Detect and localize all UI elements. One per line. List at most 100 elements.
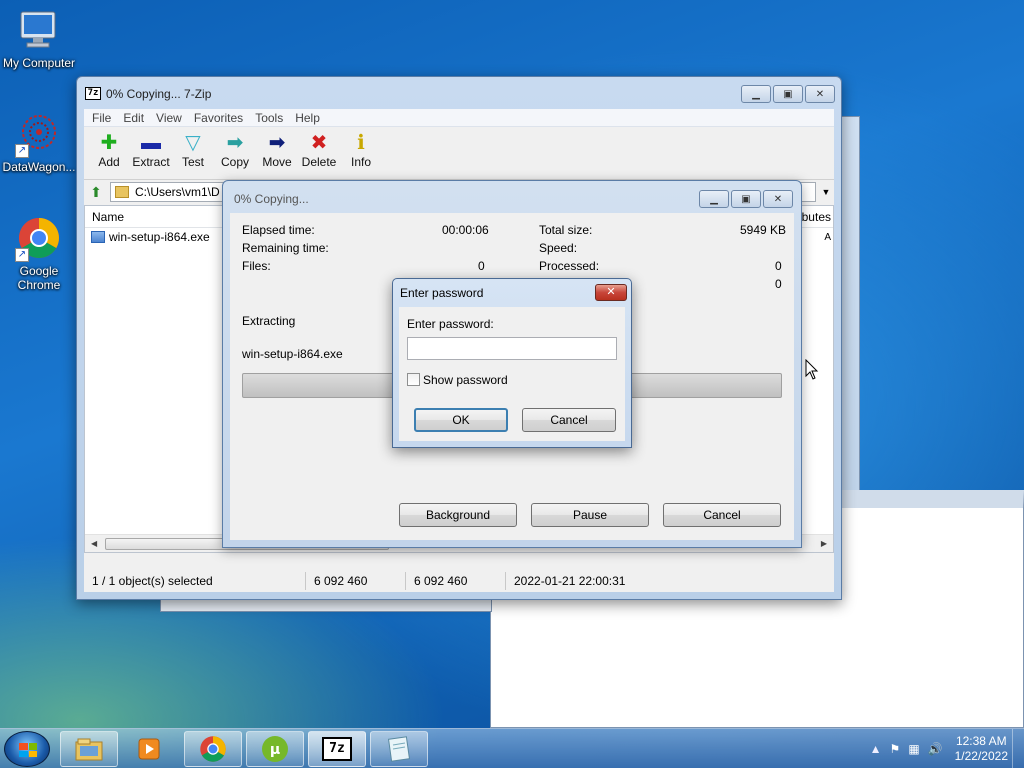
desktop-icon-label: DataWagon...	[2, 160, 76, 174]
pause-button[interactable]: Pause	[531, 503, 649, 527]
datawagon-icon: ↗	[15, 112, 61, 158]
check-icon: ▽	[185, 132, 201, 154]
copy-arrow-icon: ➡	[226, 132, 244, 154]
progress-maximize-button[interactable]: ▣	[731, 190, 761, 208]
menu-file[interactable]: File	[86, 111, 117, 125]
password-cancel-button[interactable]: Cancel	[522, 408, 616, 432]
show-password-checkbox[interactable]	[407, 373, 420, 386]
progress-minimize-button[interactable]: ▁	[699, 190, 729, 208]
show-password-label[interactable]: Show password	[423, 373, 508, 387]
speed-label: Speed:	[539, 241, 578, 255]
operation-label: Extracting	[242, 314, 296, 328]
up-arrow-icon: ⬆	[90, 183, 102, 200]
status-packed-size: 6 092 460	[406, 572, 506, 590]
add-button[interactable]: ✚ Add	[88, 131, 130, 179]
elapsed-value: 00:00:06	[442, 223, 489, 237]
shortcut-arrow-icon: ↗	[15, 144, 29, 158]
maximize-button[interactable]: ▣	[773, 85, 803, 103]
menu-help[interactable]: Help	[289, 111, 326, 125]
computer-icon	[17, 8, 61, 52]
show-hidden-icons-icon[interactable]: ▲	[870, 742, 882, 756]
title-bar[interactable]: 7z 0% Copying... 7-Zip ▁ ▣ ✕	[77, 77, 841, 109]
7zip-icon: 7z	[322, 737, 352, 761]
file-name: win-setup-i864.exe	[109, 230, 210, 244]
minimize-icon: ▁	[752, 88, 760, 100]
total-size-label: Total size:	[539, 223, 593, 237]
delete-label: Delete	[301, 155, 337, 169]
minimize-button[interactable]: ▁	[741, 85, 771, 103]
background-button[interactable]: Background	[399, 503, 517, 527]
files-label: Files:	[242, 259, 271, 273]
move-arrow-icon: ➡	[268, 132, 286, 154]
desktop-icon-google-chrome[interactable]: ↗ Google Chrome	[0, 216, 81, 292]
chrome-icon	[200, 736, 226, 762]
test-label: Test	[181, 155, 204, 169]
copy-label: Copy	[220, 155, 249, 169]
enter-password-dialog[interactable]: Enter password ✕ Enter password: Show pa…	[392, 278, 632, 448]
move-button[interactable]: ➡ Move	[256, 131, 298, 179]
ok-button[interactable]: OK	[414, 408, 508, 432]
address-text: C:\Users\vm1\D	[135, 184, 220, 199]
info-button[interactable]: ℹ Info	[340, 131, 382, 179]
desktop-icon-my-computer[interactable]: My Computer	[0, 8, 81, 70]
current-file-label: win-setup-i864.exe	[242, 347, 343, 361]
menu-edit[interactable]: Edit	[117, 111, 150, 125]
toolbar: ✚ Add ▬ Extract ▽ Test ➡ Copy ➡ Move ✖ D…	[84, 127, 834, 179]
mouse-cursor-icon	[805, 358, 819, 384]
taskbar-chrome[interactable]	[184, 731, 242, 767]
menu-favorites[interactable]: Favorites	[188, 111, 249, 125]
clock-date: 1/22/2022	[954, 749, 1008, 763]
show-desktop-button[interactable]	[1012, 729, 1024, 768]
minimize-icon: ▁	[710, 193, 718, 205]
status-modified: 2022-01-21 22:00:31	[514, 574, 626, 588]
scroll-right-icon[interactable]: ▶	[821, 539, 827, 548]
delete-x-icon: ✖	[310, 132, 328, 154]
chevron-down-icon: ▼	[821, 186, 831, 197]
password-prompt-label: Enter password:	[407, 317, 494, 331]
maximize-icon: ▣	[741, 193, 751, 205]
address-dropdown-button[interactable]: ▼	[818, 187, 834, 197]
shortcut-arrow-icon: ↗	[15, 248, 29, 262]
extract-button[interactable]: ▬ Extract	[130, 131, 172, 179]
menu-bar: File Edit View Favorites Tools Help	[84, 109, 834, 127]
taskbar-notepad[interactable]	[370, 731, 428, 767]
total-size-value: 5949 KB	[740, 223, 787, 237]
password-input[interactable]	[407, 337, 617, 360]
status-bar: 1 / 1 object(s) selected 6 092 460 6 092…	[84, 570, 834, 592]
up-folder-button[interactable]: ⬆	[86, 182, 106, 202]
close-button[interactable]: ✕	[805, 85, 835, 103]
desktop-icon-label: My Computer	[2, 56, 76, 70]
close-icon: ✕	[773, 193, 783, 205]
explorer-icon	[75, 738, 103, 761]
taskbar-utorrent[interactable]: µ	[246, 731, 304, 767]
window-title: 0% Copying... 7-Zip	[106, 87, 212, 101]
taskbar-explorer[interactable]	[60, 731, 118, 767]
copy-button[interactable]: ➡ Copy	[214, 131, 256, 179]
volume-icon[interactable]: 🔊	[928, 742, 943, 756]
cancel-button[interactable]: Cancel	[663, 503, 781, 527]
test-button[interactable]: ▽ Test	[172, 131, 214, 179]
delete-button[interactable]: ✖ Delete	[298, 131, 340, 179]
menu-view[interactable]: View	[150, 111, 188, 125]
progress-close-button[interactable]: ✕	[763, 190, 793, 208]
scroll-left-icon[interactable]: ◀	[91, 539, 97, 548]
info-label: Info	[350, 155, 371, 169]
action-center-flag-icon[interactable]: ⚑	[890, 742, 901, 756]
taskbar-7zip[interactable]: 7z	[308, 731, 366, 767]
password-close-button[interactable]: ✕	[595, 284, 627, 301]
processed-value: 0	[775, 259, 782, 273]
status-size: 6 092 460	[306, 572, 406, 590]
media-player-icon	[138, 738, 160, 760]
network-icon[interactable]: ▦	[908, 742, 919, 756]
desktop-icon-datawagon[interactable]: ↗ DataWagon...	[0, 112, 81, 174]
clock[interactable]: 12:38 AM 1/22/2022	[955, 734, 1008, 764]
remaining-label: Remaining time:	[242, 241, 329, 255]
notepad-icon	[387, 736, 411, 762]
taskbar-media-player[interactable]	[120, 731, 178, 767]
plus-icon: ✚	[100, 132, 118, 154]
info-icon: ℹ	[357, 132, 365, 154]
start-button[interactable]	[4, 731, 50, 767]
file-attribute: A	[824, 231, 831, 243]
7zip-logo-icon: 7z	[85, 87, 101, 100]
menu-tools[interactable]: Tools	[249, 111, 289, 125]
